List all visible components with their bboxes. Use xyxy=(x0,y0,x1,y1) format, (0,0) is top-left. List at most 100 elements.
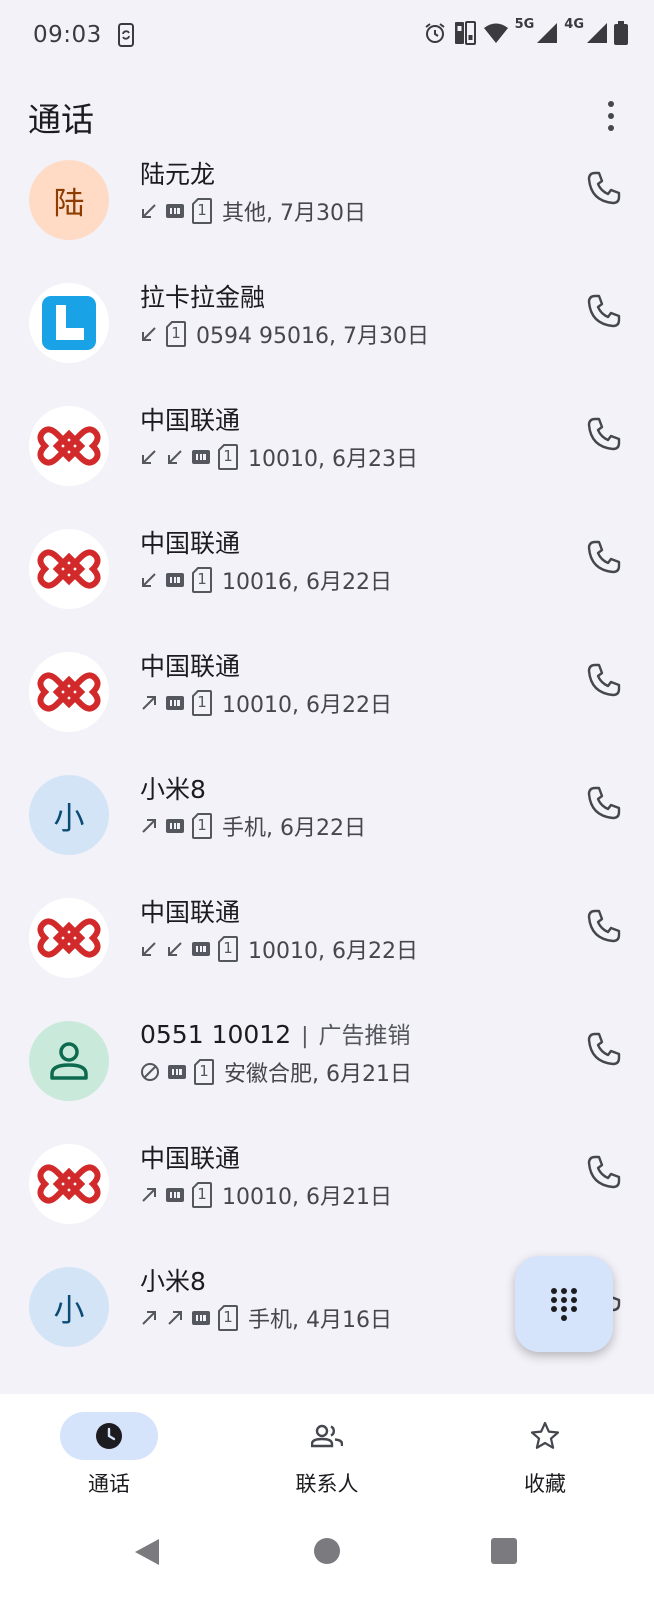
wifi-icon xyxy=(483,23,508,43)
contact-name-text: 中国联通 xyxy=(140,406,241,435)
contact-avatar[interactable]: 小 xyxy=(29,775,109,855)
contact-name-text: 中国联通 xyxy=(140,1144,241,1173)
call-back-button[interactable] xyxy=(586,1031,626,1071)
contact-name: 小米8 xyxy=(140,770,206,806)
sim-slot-label: 1 xyxy=(199,1062,209,1080)
contact-avatar[interactable] xyxy=(29,406,109,486)
call-detail-text: 10010, 6月23日 xyxy=(248,447,418,472)
contact-avatar[interactable] xyxy=(29,529,109,609)
back-icon[interactable] xyxy=(134,1538,160,1566)
phone-icon xyxy=(587,540,621,574)
sim-card-icon: 1 xyxy=(192,567,212,593)
contact-name: 中国联通 xyxy=(140,524,240,560)
call-log-item[interactable]: 中国联通 1 10010, 6月22日 xyxy=(0,884,654,1008)
contact-avatar[interactable] xyxy=(29,898,109,978)
call-back-button[interactable] xyxy=(586,785,626,825)
call-log-list[interactable]: 陆 陆元龙 1 其他, 7月30日 拉卡拉金融 1 0594 95016, 7月30日 中国联… xyxy=(0,150,654,1394)
call-details: 1 10010, 6月21日 xyxy=(140,1180,392,1210)
blocked-call-icon xyxy=(141,1063,159,1081)
more-options-button[interactable] xyxy=(596,96,626,136)
sim-card-icon: 1 xyxy=(192,1182,212,1208)
contact-name: 陆元龙 xyxy=(140,155,215,191)
sim-slot-label: 1 xyxy=(223,447,233,465)
call-back-button[interactable] xyxy=(586,416,626,456)
contact-name: 中国联通 xyxy=(140,1139,240,1175)
contact-name: 中国联通 xyxy=(140,893,240,929)
contact-name-text: 陆元龙 xyxy=(140,160,216,189)
sim-card-icon: 1 xyxy=(192,813,212,839)
call-details: 1 10010, 6月22日 xyxy=(140,934,418,964)
incoming-call-icon xyxy=(168,450,182,464)
hd-voice-icon xyxy=(166,819,184,833)
signal-icon-5g xyxy=(537,23,558,43)
outgoing-call-icon xyxy=(168,1311,182,1325)
contact-avatar[interactable] xyxy=(29,1144,109,1224)
call-details: 1 10010, 6月22日 xyxy=(140,688,392,718)
call-log-item[interactable]: 小 小米8 1 手机, 6月22日 xyxy=(0,761,654,885)
phone-icon xyxy=(587,171,621,205)
call-detail-text: 其他, 7月30日 xyxy=(222,201,366,226)
home-icon[interactable] xyxy=(314,1538,340,1564)
sim-slot-label: 1 xyxy=(197,693,207,711)
contact-avatar[interactable]: 小 xyxy=(29,1267,109,1347)
call-back-button[interactable] xyxy=(586,662,626,702)
contact-avatar[interactable]: 陆 xyxy=(29,160,109,240)
nav-tab-calls[interactable]: 通话 xyxy=(0,1394,218,1508)
call-detail-text: 0594 95016, 7月30日 xyxy=(196,324,429,349)
call-log-item[interactable]: 拉卡拉金融 1 0594 95016, 7月30日 xyxy=(0,269,654,393)
call-back-button[interactable] xyxy=(586,539,626,579)
outgoing-call-icon xyxy=(142,819,156,833)
network-4g-label: 4G xyxy=(564,16,584,32)
contact-name: 拉卡拉金融 xyxy=(140,278,265,314)
outgoing-call-icon xyxy=(142,1188,156,1202)
call-detail-text: 安徽合肥, 6月21日 xyxy=(224,1062,412,1087)
avatar-letter: 小 xyxy=(53,1292,85,1329)
incoming-call-icon xyxy=(142,327,156,341)
star-icon xyxy=(530,1421,560,1449)
phone-icon xyxy=(587,294,621,328)
call-back-button[interactable] xyxy=(586,908,626,948)
sim-card-icon: 1 xyxy=(166,321,186,347)
contact-name-text: 0551 10012 xyxy=(140,1020,292,1049)
nav-tab-favorites[interactable]: 收藏 xyxy=(436,1394,654,1508)
avatar-letter: 陆 xyxy=(53,185,85,222)
contact-avatar[interactable] xyxy=(29,652,109,732)
dialpad-icon xyxy=(551,1288,577,1321)
nav-icon-container xyxy=(60,1412,158,1460)
call-back-button[interactable] xyxy=(586,170,626,210)
call-log-item[interactable]: 中国联通 1 10010, 6月23日 xyxy=(0,392,654,516)
call-detail-text: 10010, 6月22日 xyxy=(222,693,392,718)
call-log-item[interactable]: 0551 10012 | 广告推销 1 安徽合肥, 6月21日 xyxy=(0,1007,654,1131)
call-log-item[interactable]: 中国联通 1 10010, 6月21日 xyxy=(0,1130,654,1254)
call-details: 1 10016, 6月22日 xyxy=(140,565,392,595)
sim-card-icon: 1 xyxy=(194,1059,214,1085)
call-log-item[interactable]: 陆 陆元龙 1 其他, 7月30日 xyxy=(0,150,654,270)
sim-slot-label: 1 xyxy=(197,1185,207,1203)
call-detail-text: 10010, 6月21日 xyxy=(222,1185,392,1210)
call-back-button[interactable] xyxy=(586,1154,626,1194)
dialpad-button[interactable] xyxy=(515,1256,613,1352)
call-details: 1 0594 95016, 7月30日 xyxy=(140,319,429,349)
network-5g-label: 5G xyxy=(514,16,535,32)
more-vert-icon xyxy=(608,101,614,107)
contact-name-text: 中国联通 xyxy=(140,652,241,681)
call-log-item[interactable]: 中国联通 1 10016, 6月22日 xyxy=(0,515,654,639)
call-details: 1 手机, 6月22日 xyxy=(140,811,366,841)
recents-icon[interactable] xyxy=(491,1538,517,1564)
contact-name-text: 拉卡拉金融 xyxy=(140,283,266,312)
hd-voice-icon xyxy=(192,450,210,464)
call-details: 1 手机, 4月16日 xyxy=(140,1303,392,1333)
phone-icon xyxy=(587,909,621,943)
hd-voice-icon xyxy=(166,204,184,218)
contact-avatar[interactable] xyxy=(29,1021,109,1101)
call-log-item[interactable]: 中国联通 1 10010, 6月22日 xyxy=(0,638,654,762)
incoming-call-icon xyxy=(142,942,156,956)
nav-tab-contacts[interactable]: 联系人 xyxy=(218,1394,436,1508)
status-bar: 09:03 5G 4G xyxy=(0,0,654,72)
nav-label: 收藏 xyxy=(524,1472,566,1496)
contact-avatar[interactable] xyxy=(29,283,109,363)
call-details: 1 其他, 7月30日 xyxy=(140,196,366,226)
call-back-button[interactable] xyxy=(586,293,626,333)
status-time: 09:03 xyxy=(33,22,102,48)
contact-name-text: 中国联通 xyxy=(140,898,241,927)
